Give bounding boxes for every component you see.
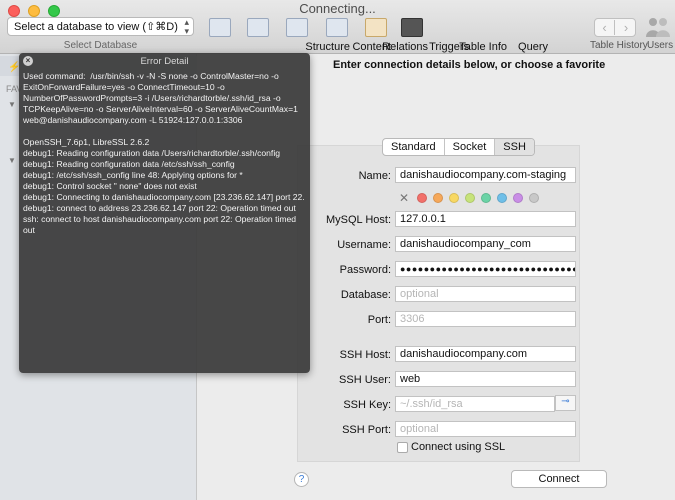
relations-icon [286, 18, 308, 37]
color-swatch[interactable] [449, 193, 460, 203]
error-detail-text: Used command: /usr/bin/ssh -v -N -S none… [23, 71, 305, 235]
table-history-caption: Table History [590, 40, 648, 51]
color-swatch[interactable] [417, 193, 428, 203]
tab-ssh[interactable]: SSH [495, 139, 534, 155]
ssh-user-label: SSH User: [339, 374, 391, 386]
error-detail-title: Error Detail [140, 56, 189, 67]
history-nav: ‹ › [594, 18, 636, 37]
connection-type-tabs: Standard Socket SSH [382, 138, 535, 156]
color-swatch[interactable] [529, 193, 540, 203]
content-icon [247, 18, 269, 37]
table-info-icon [365, 18, 387, 37]
forward-chevron-icon[interactable]: › [616, 20, 636, 35]
database-select[interactable]: Select a database to view (⇧⌘D) ▴ ▾ [7, 17, 194, 36]
database-select-caption: Select Database [63, 40, 138, 51]
toolbar-triggers[interactable]: Triggers [319, 18, 469, 53]
ssh-host-field[interactable]: danishaudiocompany.com [395, 346, 576, 362]
clear-color-icon[interactable]: ✕ [399, 191, 409, 205]
ssl-checkbox-label[interactable]: Connect using SSL [411, 441, 505, 453]
database-select-value: Select a database to view (⇧⌘D) [14, 21, 178, 33]
connection-heading: Enter connection details below, or choos… [333, 59, 606, 71]
back-chevron-icon[interactable]: ‹ [595, 20, 615, 35]
ssh-user-field[interactable]: web [395, 371, 576, 387]
name-field[interactable]: danishaudiocompany.com-staging [395, 167, 576, 183]
key-icon[interactable]: ⊸ [555, 395, 576, 411]
username-field[interactable]: danishaudiocompany_com [395, 236, 576, 252]
color-swatch[interactable] [481, 193, 492, 203]
toolbar-content[interactable]: Content [241, 18, 391, 53]
color-picker: ✕ [399, 191, 545, 205]
select-arrows-icon: ▴ ▾ [184, 17, 189, 36]
error-detail-panel: × Error Detail Used command: /usr/bin/ss… [19, 53, 310, 373]
ssh-port-field[interactable]: optional [395, 421, 576, 437]
tab-socket[interactable]: Socket [445, 139, 496, 155]
password-field[interactable]: ●●●●●●●●●●●●●●●●●●●●●●●●●●●●●●●●●●● [395, 261, 576, 277]
users-icon[interactable] [645, 16, 671, 38]
port-field[interactable]: 3306 [395, 311, 576, 327]
window-title: Connecting... [299, 1, 376, 16]
toolbar-structure[interactable]: Structure [200, 18, 350, 53]
color-swatch[interactable] [497, 193, 508, 203]
help-button[interactable]: ? [294, 472, 309, 487]
ssh-key-field[interactable]: ~/.ssh/id_rsa [395, 396, 555, 412]
color-swatch[interactable] [513, 193, 524, 203]
toolbar-table-info[interactable]: Table Info [357, 18, 507, 53]
database-field[interactable]: optional [395, 286, 576, 302]
ssl-checkbox[interactable] [397, 442, 408, 453]
query-icon [401, 18, 423, 37]
structure-icon [209, 18, 231, 37]
toolbar-query[interactable]: Query [398, 18, 548, 53]
color-swatch[interactable] [465, 193, 476, 203]
triggers-icon [326, 18, 348, 37]
disclosure-triangle-icon[interactable]: ▼ [8, 156, 16, 165]
toolbar: Connecting... Select a database to view … [0, 0, 675, 54]
ssh-key-label: SSH Key: [343, 399, 391, 411]
color-swatch[interactable] [433, 193, 444, 203]
toolbar-relations[interactable]: Relations [278, 18, 428, 53]
toolbar-query-label: Query [518, 41, 548, 53]
mysql-host-field[interactable]: 127.0.0.1 [395, 211, 576, 227]
connect-button[interactable]: Connect [511, 470, 607, 488]
disclosure-triangle-icon[interactable]: ▼ [8, 100, 16, 109]
users-caption: Users [647, 40, 674, 51]
ssh-port-label: SSH Port: [342, 424, 391, 436]
tab-standard[interactable]: Standard [383, 139, 445, 155]
